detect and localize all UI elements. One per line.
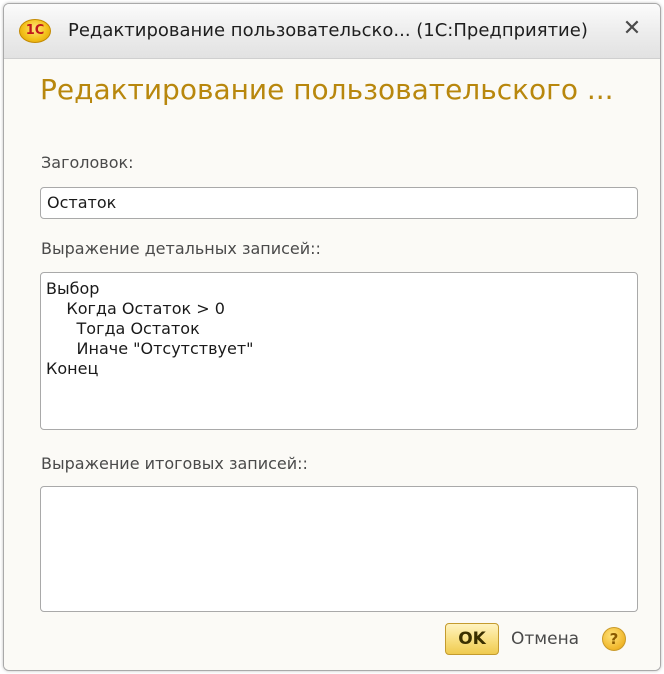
form-content: Редактирование пользовательского ... Заг…: [4, 59, 660, 670]
page-title: Редактирование пользовательского ...: [40, 73, 614, 106]
help-icon[interactable]: ?: [602, 627, 626, 651]
total-expression-textarea[interactable]: [40, 486, 638, 612]
total-expression-label: Выражение итоговых записей::: [41, 454, 308, 473]
cancel-button[interactable]: Отмена: [511, 629, 579, 649]
caption-input[interactable]: Остаток: [40, 187, 638, 219]
1c-logo-icon: 1С: [19, 19, 51, 43]
dialog-window: 1С Редактирование пользовательско... (1С…: [3, 3, 661, 671]
window-title: Редактирование пользовательско... (1С:Пр…: [68, 20, 588, 41]
detail-expression-label: Выражение детальных записей::: [41, 239, 321, 258]
close-icon[interactable]: ✕: [620, 17, 644, 41]
title-bar[interactable]: 1С Редактирование пользовательско... (1С…: [4, 4, 660, 59]
detail-expression-textarea[interactable]: Выбор Когда Остаток > 0 Тогда Остаток Ин…: [40, 272, 638, 430]
dialog-footer: OK Отмена ?: [4, 619, 660, 669]
ok-button[interactable]: OK: [445, 623, 499, 655]
caption-label: Заголовок:: [41, 153, 134, 172]
